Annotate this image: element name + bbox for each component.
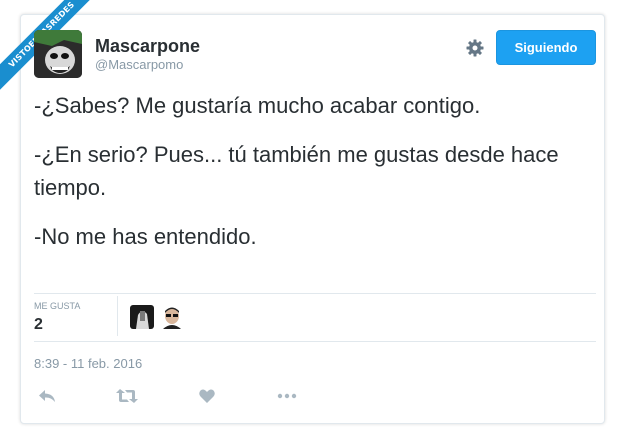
tweet-line: -¿En serio? Pues... tú también me gustas… bbox=[34, 142, 559, 200]
avatar[interactable] bbox=[34, 30, 82, 78]
gear-icon[interactable] bbox=[465, 38, 485, 58]
following-button[interactable]: Siguiendo bbox=[496, 30, 596, 65]
user-handle[interactable]: @Mascarpomo bbox=[95, 57, 183, 72]
tweet-line: -No me has entendido. bbox=[34, 224, 257, 249]
liker-avatar[interactable] bbox=[130, 305, 154, 329]
heart-icon[interactable] bbox=[196, 386, 218, 406]
timestamp[interactable]: 8:39 - 11 feb. 2016 bbox=[34, 356, 142, 371]
user-name[interactable]: Mascarpone bbox=[95, 36, 200, 57]
divider bbox=[34, 293, 596, 294]
divider bbox=[34, 341, 596, 342]
reply-icon[interactable] bbox=[36, 386, 58, 406]
likes-label: ME GUSTA bbox=[34, 301, 81, 311]
divider bbox=[117, 296, 118, 336]
retweet-icon[interactable] bbox=[116, 386, 138, 406]
tweet-line: -¿Sabes? Me gustaría mucho acabar contig… bbox=[34, 93, 481, 118]
liker-avatar-image bbox=[130, 305, 154, 329]
liker-avatar[interactable] bbox=[160, 305, 184, 329]
avatar-image bbox=[34, 30, 82, 78]
more-icon[interactable] bbox=[276, 386, 298, 406]
likes-count[interactable]: 2 bbox=[34, 316, 43, 334]
liker-avatar-image bbox=[160, 305, 184, 329]
tweet-text: -¿Sabes? Me gustaría mucho acabar contig… bbox=[34, 89, 594, 253]
